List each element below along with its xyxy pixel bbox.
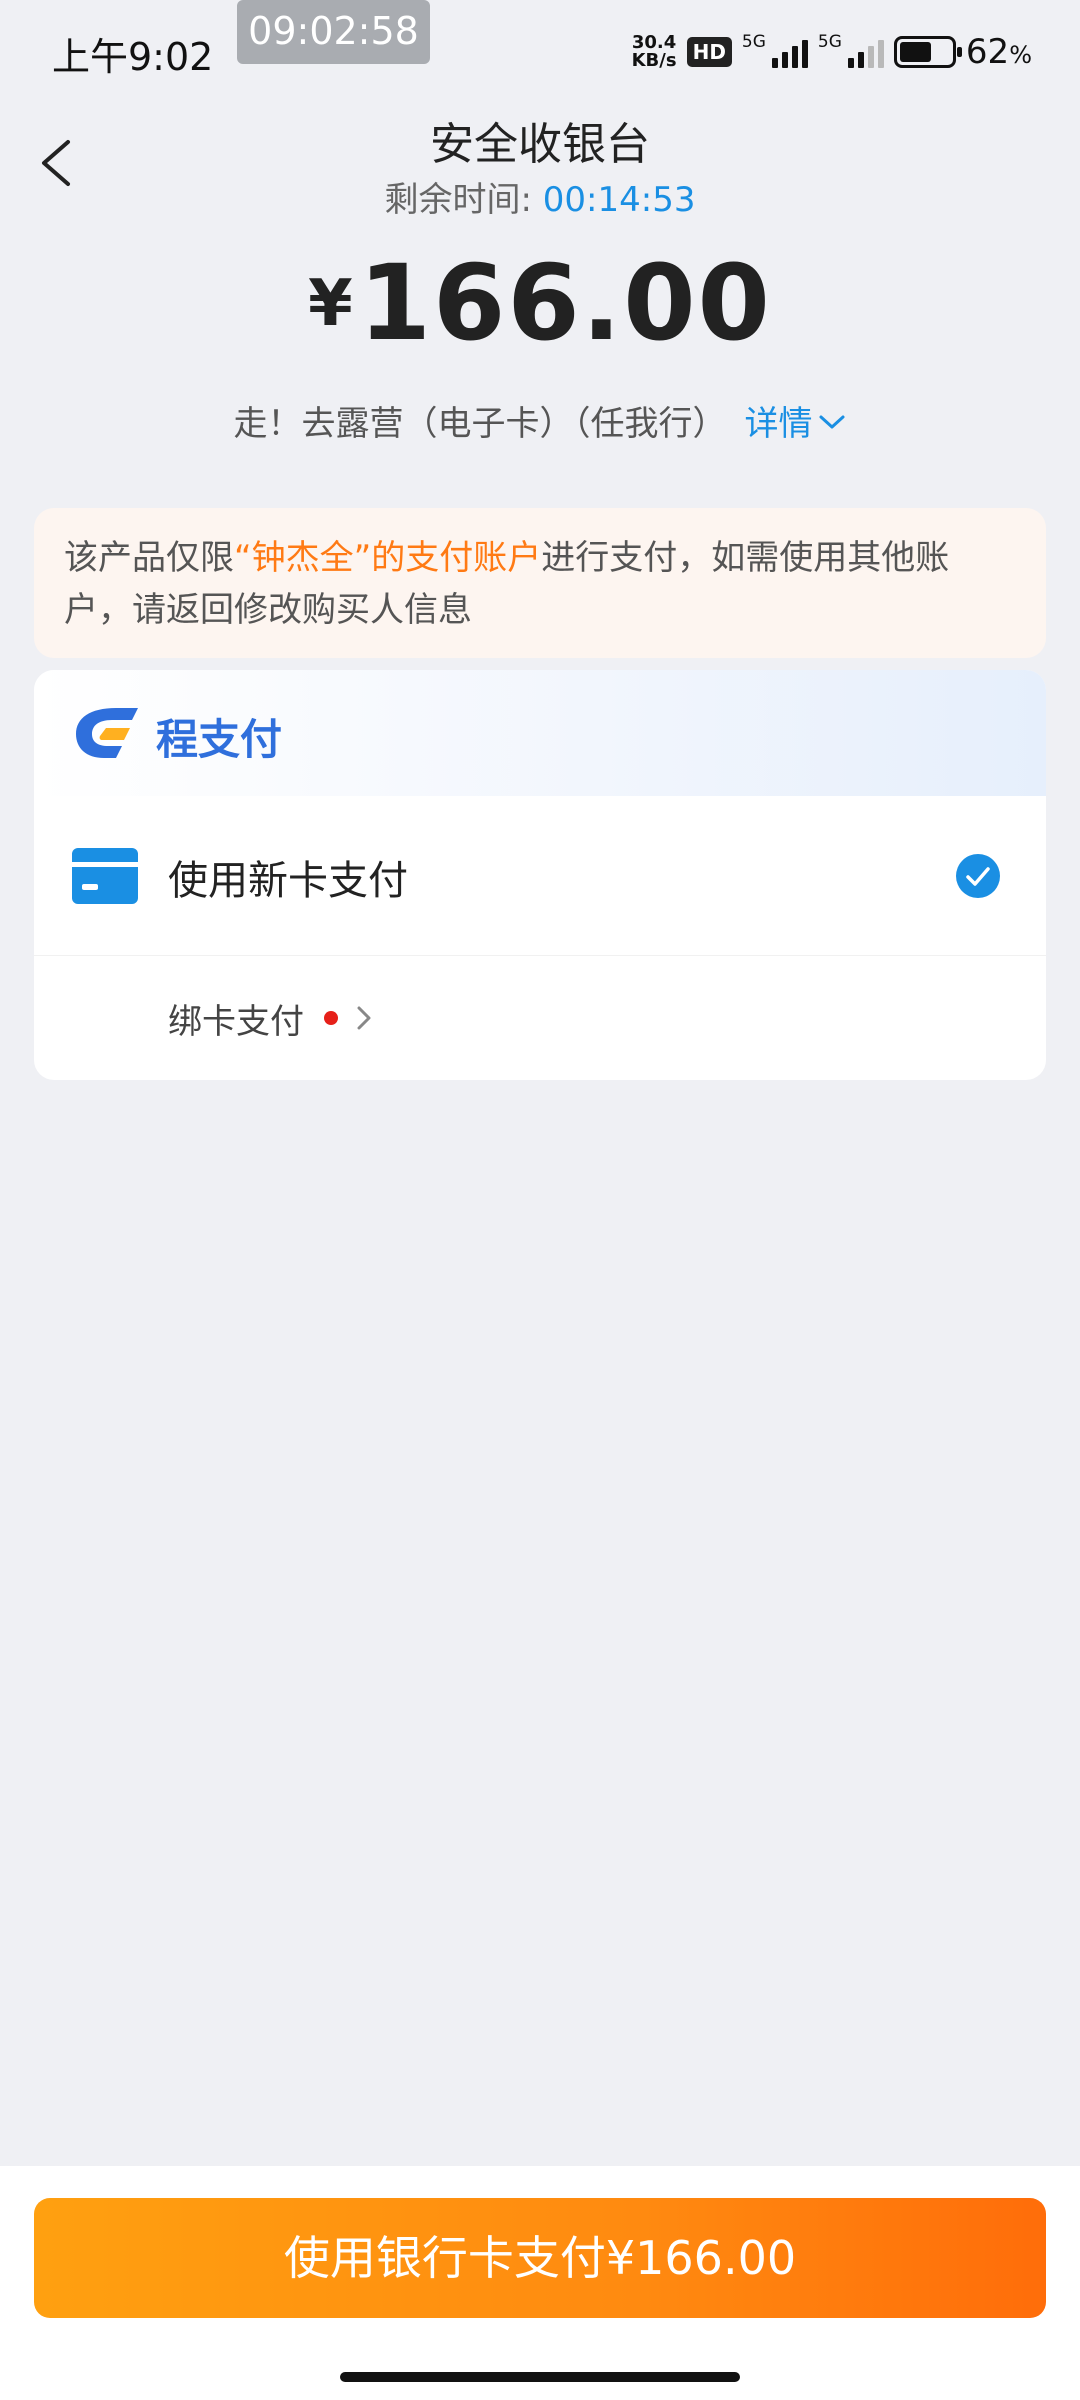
battery-percent: 62% xyxy=(965,32,1032,72)
battery-icon xyxy=(893,36,962,68)
chevron-right-icon xyxy=(357,1006,371,1030)
brand-name: 程支付 xyxy=(156,715,283,764)
new-card-option-label: 使用新卡支付 xyxy=(168,858,408,904)
signal-type-label: 5G xyxy=(741,32,766,52)
pay-with-bank-card-button[interactable]: 使用银行卡支付¥166.00 xyxy=(34,2198,1046,2318)
notice-highlight: “钟杰全”的支付账户 xyxy=(234,538,542,578)
amount-value: 166.00 xyxy=(358,242,772,364)
hd-icon: HD xyxy=(686,37,732,67)
page-title: 安全收银台 xyxy=(430,119,650,170)
battery-level-fill xyxy=(899,42,931,62)
countdown: 剩余时间: 00:14:53 xyxy=(0,172,1080,221)
countdown-value: 00:14:53 xyxy=(542,180,696,220)
cashier-page: 上午9:02 09:02:58 30.4 KB/s HD 5G 5G 62% 安… xyxy=(0,0,1080,2400)
home-indicator[interactable] xyxy=(340,2372,740,2382)
countdown-label: 剩余时间: xyxy=(384,180,543,220)
notice-prefix: 该产品仅限 xyxy=(64,538,234,578)
bind-card-link[interactable]: 绑卡支付 xyxy=(168,988,376,1048)
bind-card-label: 绑卡支付 xyxy=(168,1001,304,1042)
signal-type-label-secondary: 5G xyxy=(817,32,842,52)
account-restriction-notice: 该产品仅限“钟杰全”的支付账户进行支付，如需使用其他账户，请返回修改购买人信息 xyxy=(34,508,1046,658)
signal-strength-icon: 5G xyxy=(742,32,808,72)
notification-dot xyxy=(324,1011,338,1025)
cheng-pay-logo-icon xyxy=(76,708,138,758)
clock-overlay: 09:02:58 xyxy=(237,0,430,64)
payment-method-card: 程支付 使用新卡支付 绑卡支付 xyxy=(34,670,1046,1080)
currency-symbol: ¥ xyxy=(308,267,353,341)
new-card-option[interactable]: 使用新卡支付 xyxy=(34,796,1046,956)
status-time: 上午9:02 xyxy=(52,35,214,79)
product-name: 走！去露营（电子卡）（任我行） xyxy=(233,404,727,444)
status-icons: 30.4 KB/s HD 5G 5G 62% xyxy=(632,30,1032,74)
chevron-down-icon xyxy=(819,415,844,429)
checkmark-icon[interactable] xyxy=(956,854,1000,898)
payment-amount: ¥166.00 xyxy=(0,242,1080,364)
network-speed-unit: KB/s xyxy=(631,50,677,71)
product-info: 走！去露营（电子卡）（任我行） 详情 xyxy=(0,396,1080,445)
credit-card-icon xyxy=(72,848,138,904)
network-speed: 30.4 KB/s xyxy=(632,34,677,70)
detail-link[interactable]: 详情 xyxy=(745,404,847,444)
signal-strength-icon-secondary: 5G xyxy=(818,32,884,72)
payment-brand-header: 程支付 xyxy=(34,670,1046,796)
status-bar: 上午9:02 09:02:58 30.4 KB/s HD 5G 5G 62% xyxy=(0,0,1080,100)
